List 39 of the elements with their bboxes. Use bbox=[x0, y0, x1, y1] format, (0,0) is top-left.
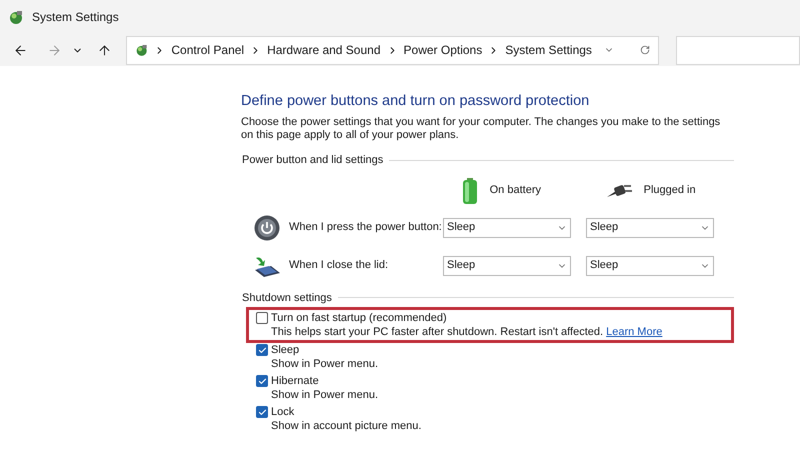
breadcrumb-item[interactable]: Power Options bbox=[404, 41, 482, 59]
page-description: Choose the power settings that you want for your computer. The changes you make to the settings on this page apply to all of your power plans. bbox=[241, 116, 722, 142]
option-description: Show in Power menu. bbox=[270, 388, 379, 402]
setting-dropdown[interactable]: Sleep bbox=[443, 218, 571, 238]
address-bar[interactable]: Control Panel Hardware and Sound Power Options System Settings bbox=[126, 36, 659, 64]
setting-dropdown[interactable]: Sleep bbox=[586, 256, 714, 276]
option-label: Lock bbox=[271, 405, 294, 419]
setting-label: When I press the power button: bbox=[289, 220, 442, 236]
column-header: Plugged in bbox=[644, 183, 696, 198]
forward-arrow-icon bbox=[46, 42, 62, 58]
option-label: Hibernate bbox=[271, 374, 319, 388]
battery-icon bbox=[462, 178, 478, 204]
checkbox[interactable] bbox=[256, 344, 268, 356]
checkbox[interactable] bbox=[256, 312, 268, 324]
section-title: Power button and lid settings bbox=[241, 153, 384, 168]
breadcrumb-item[interactable]: System Settings bbox=[505, 41, 592, 59]
checkbox[interactable] bbox=[256, 406, 268, 418]
checkbox[interactable] bbox=[256, 375, 268, 387]
search-field[interactable] bbox=[676, 36, 800, 64]
option-label: Turn on fast startup (recommended) bbox=[271, 311, 447, 325]
breadcrumb-item[interactable]: Hardware and Sound bbox=[267, 41, 381, 59]
window-title: System Settings bbox=[32, 9, 119, 26]
setting-label: When I close the lid: bbox=[289, 258, 388, 274]
option-description: Show in Power menu. bbox=[270, 357, 379, 371]
setting-dropdown[interactable]: Sleep bbox=[443, 256, 571, 276]
control-panel-icon bbox=[8, 9, 24, 25]
refresh-icon[interactable] bbox=[640, 44, 650, 56]
breadcrumb-item[interactable]: Control Panel bbox=[171, 41, 244, 59]
column-header: On battery bbox=[490, 183, 541, 198]
power-icon bbox=[254, 214, 280, 240]
section-title: Shutdown settings bbox=[241, 290, 332, 306]
option-description: Show in account picture menu. bbox=[270, 419, 422, 433]
page-heading: Define power buttons and turn on password protection bbox=[241, 92, 590, 111]
plug-icon bbox=[606, 182, 632, 198]
option-label: Sleep bbox=[271, 343, 300, 357]
setting-dropdown[interactable]: Sleep bbox=[586, 218, 714, 238]
learn-more-link[interactable]: Learn More bbox=[606, 326, 662, 338]
control-panel-icon bbox=[135, 42, 148, 58]
option-description: This helps start your PC faster after shutdown. Restart isn't affected. Learn More bbox=[270, 325, 664, 339]
